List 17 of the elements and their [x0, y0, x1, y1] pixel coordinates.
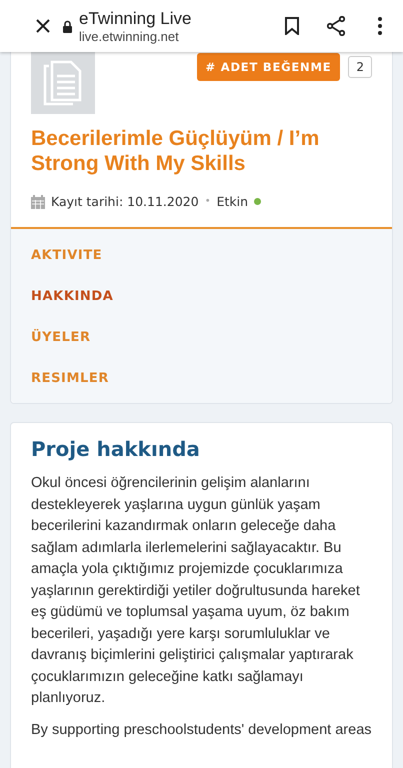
about-paragraph: By supporting preschoolstudents' development areas [31, 720, 372, 740]
registration-date: Kayıt tarihi: 10.11.2020 [51, 194, 199, 209]
about-heading: Proje hakkında [31, 437, 201, 461]
nav-link[interactable]: ÜYELER [31, 317, 372, 358]
status-label: Etkin [216, 194, 248, 209]
calendar-icon [31, 194, 45, 208]
page-title: eTwinning Live [79, 8, 192, 28]
nav-link[interactable]: AKTIVITE [31, 235, 372, 276]
about-paragraph: Okul öncesi öğrencilerinin gelişim alanlarını destekleyerek yaşlarına uygun günlük yaşam becerilerini kazandırmak onların geleceğe daha sağlam adımlarla ilerlemelerini sağlayacaktır. Bu amaçla yola çıktığımız projemizde çocuklarımıza yaşlarının gerektirdiği yetiler doğrultusunda hareket eş güdümü ve toplumsal yaşama uyum, öz bakım becerileri, yaşadığı yere karşı sorumluluklar ve davranış biçimlerini geliştirici çalışmalar yaptırarak çocuklarımızın geleceğine katkı sağlamayı planlıyoruz. [31, 474, 361, 708]
like-button[interactable]: # ADET BEĞENME [196, 53, 340, 81]
page-url: live.etwinning.net [79, 28, 180, 44]
nav-link[interactable]: RESIMLER [31, 358, 372, 399]
nav-link[interactable]: HAKKINDA [31, 276, 372, 317]
like-count: 2 [348, 56, 372, 78]
separator-dot: • [204, 196, 211, 207]
lock-icon [62, 20, 73, 32]
project-title: Becerilerimle Güçlüyüm / I’m Strong With My Skills [31, 126, 320, 176]
